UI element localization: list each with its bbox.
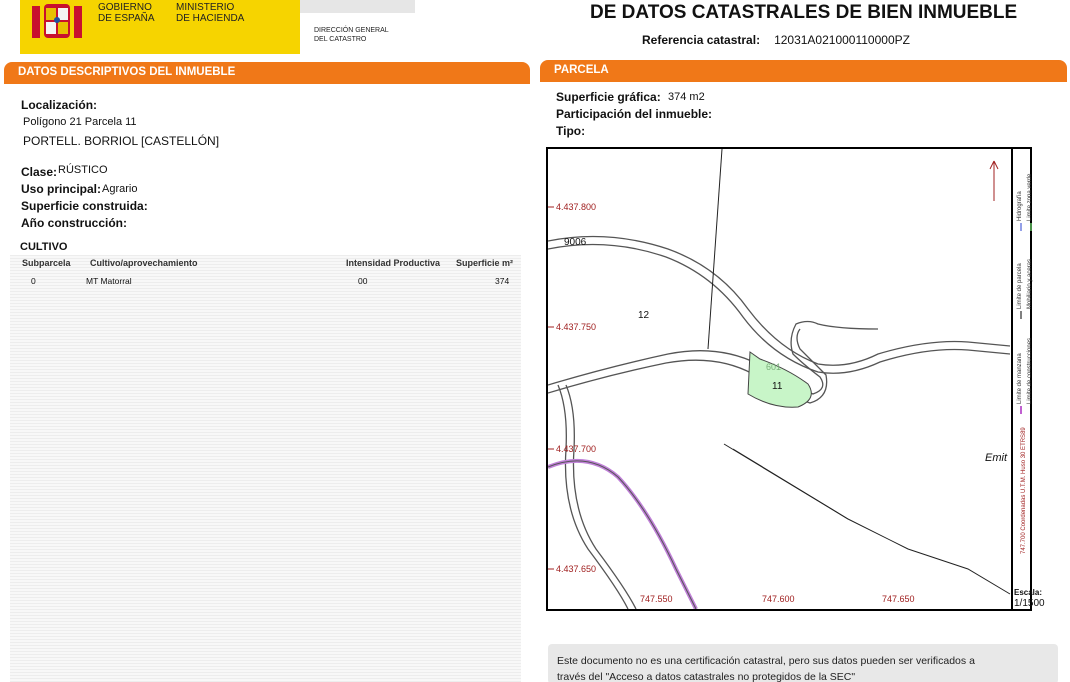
- legend-zona-verde: Limite zona verde: [1027, 173, 1033, 221]
- localizacion-label: Localización:: [21, 98, 98, 112]
- col-cultivo: Cultivo/aprovechamiento: [90, 258, 198, 268]
- map-legend: Hidrografía Limite zona verde Limite de …: [1017, 173, 1033, 554]
- y-label-2: 4.437.750: [556, 322, 597, 332]
- note-line2: través del "Acceso a datos catastrales n…: [557, 671, 856, 682]
- escala-label: Escala:: [1014, 588, 1043, 597]
- gobierno-text: GOBIERNO DE ESPAÑA: [98, 2, 155, 24]
- y-label-1: 4.437.800: [556, 202, 597, 212]
- cultivo-title: CULTIVO: [20, 241, 68, 253]
- emit-label: Emit: [985, 452, 1007, 464]
- header-grey-tab: [300, 0, 415, 13]
- clase-label: Clase:: [21, 165, 58, 179]
- participacion-label: Participación del inmueble:: [556, 107, 713, 121]
- datos-descriptivos-header: DATOS DESCRIPTIVOS DEL INMUEBLE: [4, 62, 530, 84]
- direccion-general-text: DIRECCIÓN GENERAL DEL CATASTRO: [314, 27, 389, 43]
- referencia-catastral: Referencia catastral: 12031A021000110000P…: [642, 33, 910, 47]
- table-cell-intensidad: 00: [358, 276, 368, 286]
- escala-value: 1/1500: [1014, 598, 1045, 609]
- col-intensidad: Intensidad Productiva: [346, 258, 441, 268]
- superficie-construida-label: Superficie construida:: [21, 199, 148, 213]
- ministerio-text: MINISTERIO DE HACIENDA: [176, 2, 245, 24]
- parcela-header: PARCELA: [540, 60, 1067, 82]
- localizacion-line2: PORTELL. BORRIOL [CASTELLÓN]: [23, 134, 220, 148]
- table-cell-cultivo: MT Matorral: [86, 276, 132, 286]
- localizacion-line1: Polígono 21 Parcela 11: [23, 116, 137, 128]
- y-label-4: 4.437.650: [556, 564, 597, 574]
- ref-value: 12031A021000110000PZ: [774, 33, 910, 47]
- legend-hidrografia: Hidrografía: [1017, 191, 1023, 221]
- road-label: 9006: [564, 237, 587, 248]
- legend-construcciones: Limite de construcciones: [1027, 338, 1033, 404]
- legend-parcela: Limite de parcela: [1017, 263, 1023, 309]
- government-logo-block: GOBIERNO DE ESPAÑA MINISTERIO DE HACIEND…: [20, 0, 300, 54]
- verification-note: Este documento no es una certificación c…: [548, 644, 1058, 682]
- col-subparcela: Subparcela: [22, 258, 71, 268]
- legend-manzana: Limite de manzana: [1017, 353, 1023, 404]
- map-drawing: [548, 149, 1011, 609]
- ref-label: Referencia catastral:: [642, 33, 761, 47]
- parcel-11-label: 11: [772, 381, 783, 392]
- x-label-2: 747.600: [762, 594, 795, 604]
- uso-principal-label: Uso principal:: [21, 182, 102, 196]
- coat-of-arms-icon: [32, 4, 82, 38]
- superficie-grafica-value: 374 m2: [668, 91, 705, 103]
- tipo-label: Tipo:: [556, 124, 586, 138]
- parcel-map: 4.437.800 4.437.750 4.437.700 4.437.650 …: [546, 147, 1032, 611]
- parcel-12-label: 12: [638, 310, 650, 321]
- col-superficie: Superficie m²: [456, 258, 514, 268]
- document-title: DE DATOS CATASTRALES DE BIEN INMUEBLE: [590, 2, 1018, 23]
- superficie-grafica-label: Superficie gráfica:: [556, 90, 661, 104]
- x-label-3: 747.650: [882, 594, 915, 604]
- note-line1: Este documento no es una certificación c…: [557, 655, 975, 667]
- uso-principal-value: Agrario: [102, 183, 138, 195]
- table-cell-subparcela: 0: [31, 276, 36, 286]
- parcel-ref-label: 601: [766, 362, 782, 372]
- x-label-1: 747.550: [640, 594, 673, 604]
- y-label-3: 4.437.700: [556, 444, 597, 454]
- clase-value: RÚSTICO: [58, 164, 108, 176]
- legend-mobiliario: Mobiliario y aceras: [1027, 259, 1033, 309]
- table-cell-superficie: 374: [495, 276, 510, 286]
- anio-construccion-label: Año construcción:: [21, 216, 128, 230]
- legend-coord-note: 747.700 Coordenadas U.T.M. Huso 30 ETRS8…: [1021, 427, 1027, 554]
- cultivo-table: [10, 255, 521, 682]
